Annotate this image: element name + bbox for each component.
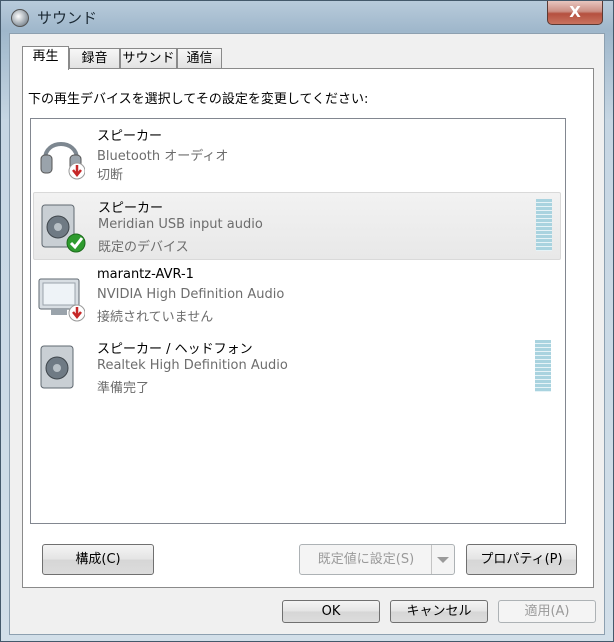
cancel-button[interactable]: キャンセル <box>390 600 488 623</box>
chevron-down-icon <box>431 545 454 574</box>
close-button[interactable]: X <box>547 1 603 25</box>
window-title: サウンド <box>37 9 98 27</box>
tab-playback[interactable]: 再生 <box>22 46 69 70</box>
device-status: 既定のデバイス <box>98 240 189 255</box>
instruction-text: 下の再生デバイスを選択してその設定を変更してください: <box>28 92 369 107</box>
disconnected-badge <box>68 304 85 322</box>
configure-button[interactable]: 構成(C) <box>42 544 154 575</box>
headphones-icon <box>40 142 85 180</box>
set-default-label: 既定値に設定(S) <box>317 552 415 567</box>
device-name: スピーカー <box>97 129 163 144</box>
device-status: 切断 <box>97 168 124 183</box>
speaker-icon <box>41 204 86 253</box>
device-item[interactable]: スピーカー / ヘッドフォン Realtek High Definition A… <box>33 334 561 402</box>
device-name: marantz-AVR-1 <box>97 267 194 282</box>
device-item[interactable]: スピーカー Bluetooth オーディオ 切断 <box>33 121 561 189</box>
device-list[interactable]: スピーカー Bluetooth オーディオ 切断 スピーカー Meridian … <box>30 118 566 524</box>
sound-app-icon <box>11 9 29 27</box>
device-name: スピーカー <box>98 201 164 216</box>
device-status: 接続されていません <box>97 310 214 325</box>
tab-communications[interactable]: 通信 <box>177 48 222 68</box>
device-driver: Meridian USB input audio <box>98 217 263 232</box>
device-driver: NVIDIA High Definition Audio <box>97 287 285 302</box>
apply-button: 適用(A) <box>498 600 596 623</box>
device-item-selected[interactable]: スピーカー Meridian USB input audio 既定のデバイス <box>33 192 561 260</box>
volume-level-meter <box>535 340 551 392</box>
device-name: スピーカー / ヘッドフォン <box>97 342 253 357</box>
tab-recording[interactable]: 録音 <box>69 48 120 68</box>
tab-sounds[interactable]: サウンド <box>120 48 177 68</box>
monitor-icon <box>38 278 85 322</box>
device-item[interactable]: marantz-AVR-1 NVIDIA High Definition Aud… <box>33 263 561 331</box>
dialog-window: サウンド X 再生 録音 サウンド 通信 下の再生デバイスを選択してその設定を変… <box>0 0 614 642</box>
disconnected-badge <box>68 162 85 180</box>
title-bar[interactable]: サウンド X <box>1 1 613 35</box>
device-driver: Bluetooth オーディオ <box>97 149 229 164</box>
speaker-icon <box>40 345 74 389</box>
volume-level-meter <box>536 199 552 251</box>
device-driver: Realtek High Definition Audio <box>97 358 288 373</box>
device-status: 準備完了 <box>97 381 150 396</box>
properties-button[interactable]: プロパティ(P) <box>466 544 577 575</box>
dialog-client-area: 再生 録音 サウンド 通信 下の再生デバイスを選択してその設定を変更してください… <box>9 33 605 635</box>
set-default-button: 既定値に設定(S) <box>299 544 455 575</box>
default-check-badge <box>66 233 86 253</box>
ok-button[interactable]: OK <box>282 600 380 623</box>
